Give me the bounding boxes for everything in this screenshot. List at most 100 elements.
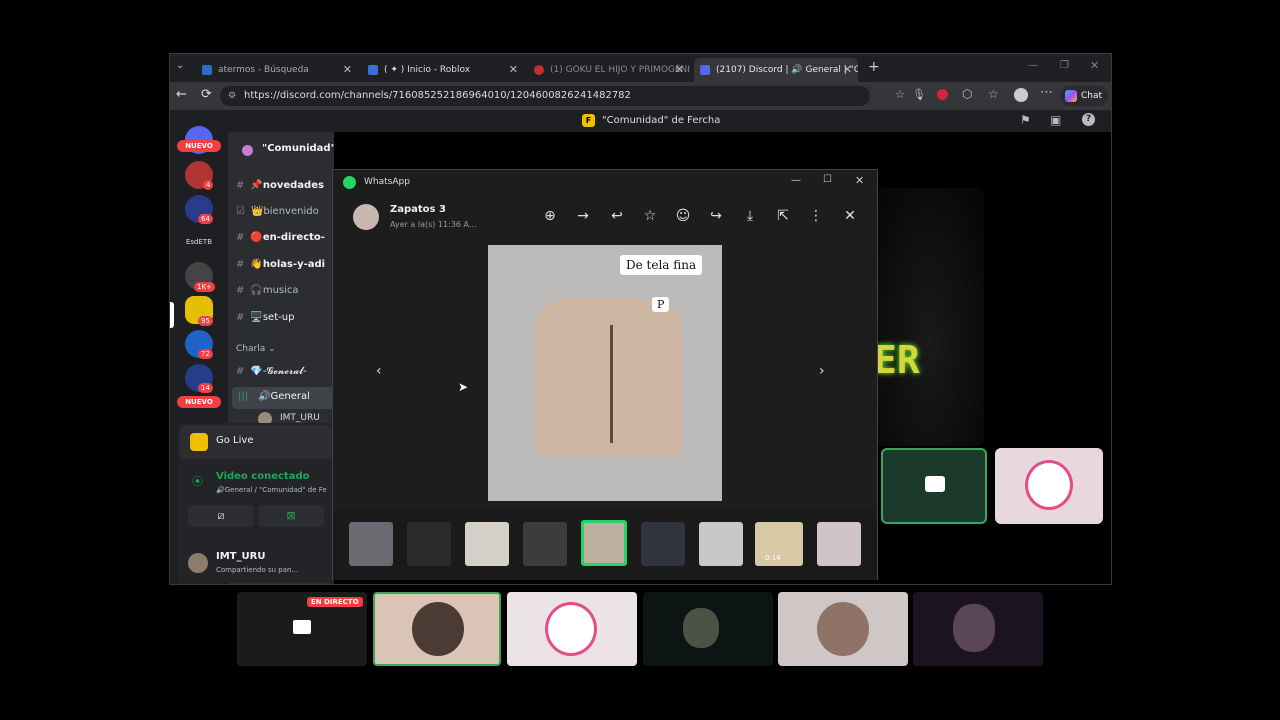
image-tag: P: [652, 297, 670, 312]
participant-tile-avatar[interactable]: [778, 592, 908, 666]
jacket-shape: [536, 299, 682, 457]
media-image[interactable]: De tela fina P: [488, 245, 722, 501]
site-info-icon[interactable]: ⚙: [228, 86, 236, 106]
thumbnail[interactable]: [523, 522, 567, 566]
whatsapp-window: WhatsApp — ☐ ✕ Zapatos 3 Ayer a la(s) 11…: [332, 169, 878, 580]
close-tab-icon[interactable]: ✕: [509, 63, 518, 76]
participant-tile-camera[interactable]: [643, 592, 773, 666]
avatar: [1025, 460, 1073, 510]
tab-bing-search[interactable]: atermos - Búsqueda ✕: [196, 58, 358, 82]
zoom-in-icon[interactable]: ⊕: [540, 208, 560, 224]
mention-badge: 95: [198, 316, 213, 326]
copilot-chat-button[interactable]: Chat: [1060, 86, 1108, 106]
channel-setup[interactable]: # 🖥️set-up: [236, 312, 294, 323]
camera-icon: [925, 476, 945, 492]
favorites-bar-icon[interactable]: ☆: [988, 87, 999, 101]
thumbnail[interactable]: [699, 522, 743, 566]
server-text-icon[interactable]: EsdETB: [185, 228, 213, 256]
more-icon[interactable]: ⋮: [806, 208, 826, 224]
mic-icon[interactable]: 🎙: [912, 88, 926, 101]
extension-red-icon[interactable]: [937, 89, 948, 100]
camera-off-button[interactable]: ⧄: [188, 505, 254, 527]
user-panel[interactable]: IMT_URU Compartiendo su pan...: [178, 545, 334, 583]
maximize-icon[interactable]: ☐: [823, 174, 832, 185]
avatar: [953, 604, 995, 652]
new-badge: NUEVO: [177, 140, 221, 152]
participant-tile-camera[interactable]: [881, 448, 987, 524]
restore-icon[interactable]: ❐: [1060, 60, 1069, 71]
thumbnail[interactable]: [407, 522, 451, 566]
help-icon[interactable]: ?: [1082, 113, 1095, 126]
mention-badge: 1K+: [194, 282, 215, 292]
participant-tile-stream[interactable]: EN DIRECTO: [237, 592, 367, 666]
avatar: [412, 602, 464, 656]
avatar: [683, 608, 719, 648]
participant-tile-avatar[interactable]: [995, 448, 1103, 524]
prev-image-icon[interactable]: ‹: [376, 363, 382, 379]
close-tab-icon[interactable]: ✕: [343, 63, 352, 76]
channel-holas[interactable]: # 👋holas-y-adi: [236, 259, 325, 270]
close-tab-icon[interactable]: ✕: [843, 63, 852, 76]
settings-more-icon[interactable]: ⋯: [1040, 85, 1053, 100]
server-header[interactable]: "Comunidad" de F...: [228, 132, 373, 166]
favorite-icon[interactable]: ☆: [895, 88, 905, 101]
thumbnail[interactable]: [465, 522, 509, 566]
participant-tile-camera[interactable]: [913, 592, 1043, 666]
share-icon[interactable]: ↪: [706, 208, 726, 224]
close-tab-icon[interactable]: ✕: [675, 63, 684, 76]
participant-tile-speaking[interactable]: [373, 592, 501, 666]
back-icon[interactable]: ←: [176, 87, 187, 102]
tab-roblox[interactable]: ( ✦ ) Inicio - Roblox ✕: [362, 58, 524, 82]
extensions-icon[interactable]: ⬡: [962, 87, 972, 101]
minimize-icon[interactable]: —: [1028, 60, 1038, 71]
voice-channel-general[interactable]: ||| 🔊General: [232, 387, 334, 409]
channel-en-directo[interactable]: # 🔴en-directo-: [236, 232, 325, 243]
tab-search-dropdown[interactable]: ⌄: [176, 60, 184, 71]
avatar: [188, 553, 208, 573]
selected-server-pill: [170, 302, 174, 328]
contact-avatar[interactable]: [353, 204, 379, 230]
participant-tile-avatar[interactable]: [507, 592, 637, 666]
hash-icon: #: [236, 285, 245, 296]
url-field[interactable]: ⚙ https://discord.com/channels/716085252…: [220, 86, 870, 106]
channel-novedades[interactable]: # 📌novedades: [236, 180, 324, 191]
roblox-icon: [368, 65, 378, 75]
go-live-button[interactable]: Go Live: [180, 425, 332, 459]
minimize-icon[interactable]: —: [791, 175, 801, 186]
chevron-down-icon: ⌄: [268, 344, 276, 354]
thumbnail[interactable]: [817, 522, 861, 566]
thumbnail-video[interactable]: 0:14: [755, 522, 803, 566]
jacket-zipper: [610, 325, 613, 443]
channel-musica[interactable]: # 🎧musica: [236, 285, 299, 296]
next-image-icon[interactable]: ›: [819, 363, 825, 379]
inbox-icon[interactable]: ⚑: [1020, 113, 1031, 127]
close-window-icon[interactable]: ✕: [1090, 59, 1099, 72]
screen-share-button[interactable]: ⊠: [258, 505, 324, 527]
thumbnail[interactable]: [349, 522, 393, 566]
live-badge: EN DIRECTO: [307, 597, 363, 607]
download-icon[interactable]: ⤓: [740, 208, 760, 224]
avatar: [817, 602, 869, 656]
voice-channel-general-fancy[interactable]: # 💎-𝓖𝓮𝓷𝓮𝓻𝓪𝓵-: [236, 366, 307, 377]
screen-icon[interactable]: ▣: [1050, 113, 1061, 127]
reload-icon[interactable]: ⟳: [201, 87, 212, 102]
close-window-icon[interactable]: ✕: [855, 174, 864, 187]
forward-icon[interactable]: →: [573, 208, 593, 224]
new-tab-icon[interactable]: +: [868, 59, 880, 75]
emoji-icon[interactable]: ☺: [673, 208, 693, 224]
stream-video[interactable]: ER: [874, 188, 984, 446]
reply-icon[interactable]: ↩: [607, 208, 627, 224]
thumbnail-selected[interactable]: [581, 520, 627, 566]
profile-avatar-icon[interactable]: [1014, 88, 1028, 102]
star-icon[interactable]: ☆: [640, 208, 660, 224]
category-charla[interactable]: Charla ⌄: [236, 344, 276, 354]
tab-youtube[interactable]: (1) GOKU EL HIJO Y PRIMOGÉNITO ✕: [528, 58, 690, 82]
tab-discord[interactable]: (2107) Discord | 🔊 General | "C ✕: [694, 58, 858, 82]
close-viewer-icon[interactable]: ✕: [840, 208, 860, 224]
channel-bienvenido[interactable]: ☑ 👑bienvenido: [236, 206, 319, 217]
thumbnail[interactable]: [641, 522, 685, 566]
media-viewer-header: Zapatos 3 Ayer a la(s) 11:36 A... ⊕ → ↩ …: [333, 196, 877, 238]
open-external-icon[interactable]: ⇱: [773, 208, 793, 224]
mention-badge: 4: [203, 180, 214, 190]
video-duration: 0:14: [765, 554, 781, 562]
